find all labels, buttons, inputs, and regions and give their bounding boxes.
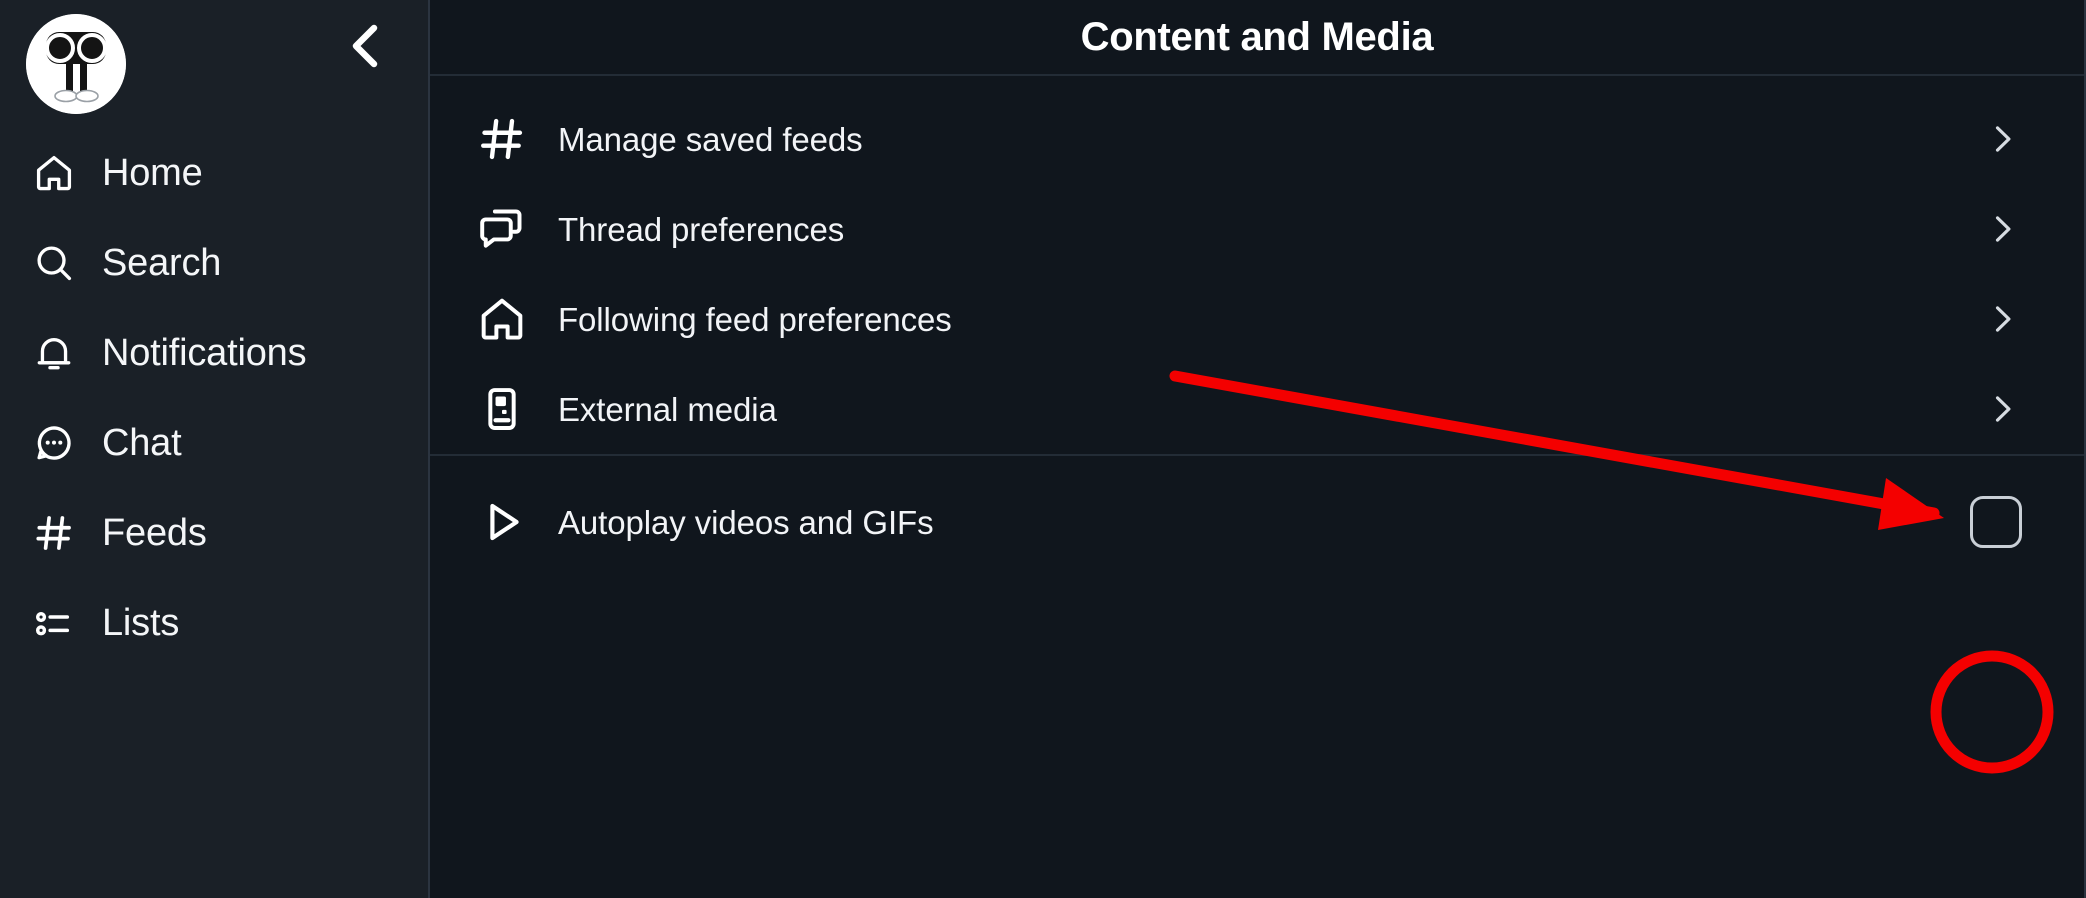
home-icon — [474, 294, 530, 344]
bell-icon — [32, 331, 76, 375]
chevron-left-icon — [352, 24, 378, 68]
settings-group-playback: Autoplay videos and GIFs — [430, 454, 2084, 578]
settings-group-content: Manage saved feeds Thread preferences Fo… — [430, 94, 2084, 454]
home-icon — [32, 151, 76, 195]
setting-label: External media — [558, 390, 777, 428]
media-player-icon — [474, 384, 530, 434]
hash-icon — [32, 511, 76, 555]
sidebar-item-label: Chat — [102, 422, 182, 464]
autoplay-videos-checkbox[interactable] — [1970, 496, 2022, 548]
setting-label: Manage saved feeds — [558, 120, 863, 158]
sidebar-item-feeds[interactable]: Feeds — [0, 488, 428, 578]
play-icon — [474, 497, 530, 547]
sidebar: Home Search Notifications Chat Feeds Lis… — [0, 0, 430, 898]
setting-row-external-media[interactable]: External media — [430, 364, 2084, 454]
setting-row-manage-saved-feeds[interactable]: Manage saved feeds — [430, 94, 2084, 184]
chevron-right-icon[interactable] — [1982, 209, 2022, 249]
sidebar-item-label: Notifications — [102, 332, 307, 374]
chevron-right-icon[interactable] — [1982, 119, 2022, 159]
sidebar-item-lists[interactable]: Lists — [0, 578, 428, 668]
setting-label: Thread preferences — [558, 210, 845, 248]
chat-bubble-icon — [32, 421, 76, 465]
main-content: Content and Media Manage saved feeds Thr… — [430, 0, 2086, 898]
chevron-right-icon[interactable] — [1982, 389, 2022, 429]
app-root: Home Search Notifications Chat Feeds Lis… — [0, 0, 2086, 898]
sidebar-item-chat[interactable]: Chat — [0, 398, 428, 488]
hash-icon — [474, 114, 530, 164]
chevron-right-icon[interactable] — [1982, 299, 2022, 339]
collapse-sidebar-button[interactable] — [340, 18, 392, 74]
setting-label: Following feed preferences — [558, 300, 952, 338]
setting-row-thread-preferences[interactable]: Thread preferences — [430, 184, 2084, 274]
search-icon — [32, 241, 76, 285]
threads-icon — [474, 204, 530, 254]
setting-row-following-feed-preferences[interactable]: Following feed preferences — [430, 274, 2084, 364]
sidebar-item-search[interactable]: Search — [0, 218, 428, 308]
page-header: Content and Media — [430, 0, 2084, 76]
avatar[interactable] — [26, 14, 126, 114]
sidebar-item-label: Lists — [102, 602, 180, 644]
sidebar-item-home[interactable]: Home — [0, 128, 428, 218]
setting-label: Autoplay videos and GIFs — [558, 503, 934, 541]
sidebar-item-label: Search — [102, 242, 222, 284]
sidebar-item-label: Home — [102, 152, 203, 194]
sidebar-item-notifications[interactable]: Notifications — [0, 308, 428, 398]
sidebar-item-label: Feeds — [102, 512, 207, 554]
setting-row-autoplay-videos-and-gifs[interactable]: Autoplay videos and GIFs — [430, 466, 2084, 578]
list-icon — [32, 601, 76, 645]
page-title: Content and Media — [1080, 15, 1434, 59]
sidebar-header — [0, 0, 428, 128]
